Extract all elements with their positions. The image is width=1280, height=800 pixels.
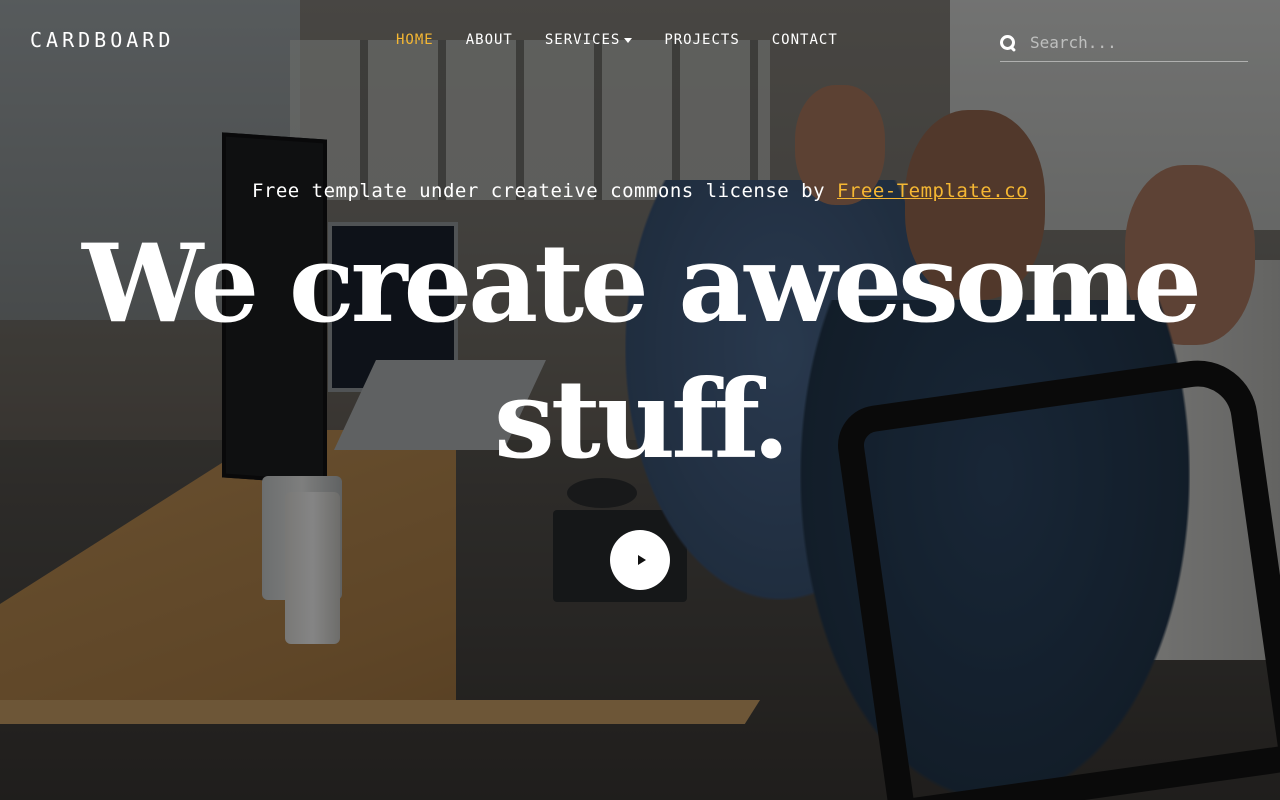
nav-item-label: HOME [396, 32, 434, 48]
nav-item-label: ABOUT [465, 32, 513, 48]
nav-item-home[interactable]: HOME [380, 32, 450, 48]
headline-line-1: We create awesome [82, 221, 1202, 347]
nav-item-label: SERVICES [544, 32, 621, 48]
headline-line-2: stuff. [494, 357, 790, 483]
brand-logo[interactable]: CARDBOARD [30, 28, 174, 52]
search-input[interactable] [1030, 33, 1240, 52]
hero-tagline: Free template under createive commons li… [0, 180, 1280, 202]
main-nav: HOME ABOUT SERVICES PROJECTS CONTACT [380, 32, 854, 48]
play-video-button[interactable] [610, 530, 670, 590]
nav-item-contact[interactable]: CONTACT [756, 32, 854, 48]
hero-headline: We create awesome stuff. [0, 216, 1280, 488]
navbar: CARDBOARD HOME ABOUT SERVICES PROJECTS C… [0, 0, 1280, 80]
nav-item-services[interactable]: SERVICES [529, 32, 648, 48]
hero-section: Free template under createive commons li… [0, 180, 1280, 488]
free-template-link[interactable]: Free-Template.co [837, 180, 1028, 202]
play-icon [637, 555, 646, 565]
chevron-down-icon [624, 37, 633, 43]
nav-item-label: PROJECTS [664, 32, 740, 48]
search-bar [1000, 24, 1248, 62]
nav-item-projects[interactable]: PROJECTS [648, 32, 755, 48]
search-icon[interactable] [1000, 34, 1016, 51]
nav-item-label: CONTACT [771, 32, 838, 48]
tagline-text: Free template under createive commons li… [251, 180, 826, 202]
nav-item-about[interactable]: ABOUT [450, 32, 529, 48]
